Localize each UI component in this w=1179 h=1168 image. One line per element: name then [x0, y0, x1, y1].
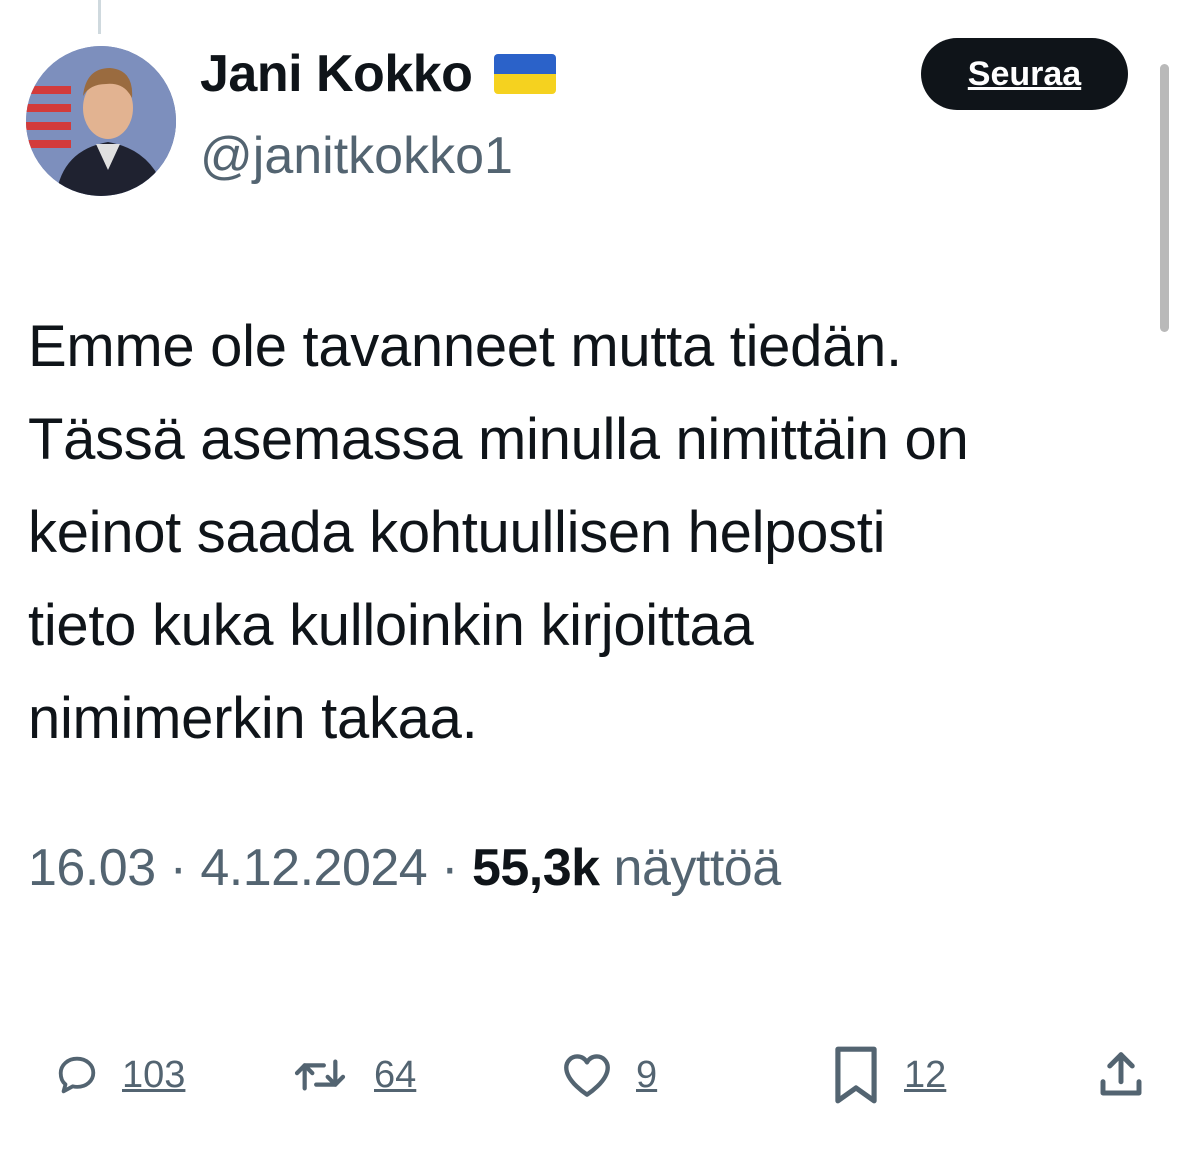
author-handle[interactable]: @janitkokko1: [200, 126, 513, 186]
meta-separator: ·: [169, 839, 187, 897]
tweet-text-line: keinot saada kohtuullisen helposti: [28, 500, 886, 565]
follow-button[interactable]: Seuraa: [921, 38, 1128, 110]
author-display-name-row[interactable]: Jani Kokko: [200, 44, 557, 104]
repost-icon: [294, 1059, 346, 1091]
meta-separator: ·: [441, 839, 458, 897]
reply-button[interactable]: 103: [54, 1040, 185, 1110]
tweet-text-line: nimimerkin takaa.: [28, 686, 478, 751]
reply-count[interactable]: 103: [122, 1054, 185, 1097]
avatar[interactable]: [26, 46, 176, 196]
heart-icon: [564, 1054, 610, 1097]
share-icon: [1100, 1052, 1142, 1096]
tweet-text-line: Emme ole tavanneet mutta tiedän.: [28, 314, 902, 379]
tweet-text-line: tieto kuka kulloinkin kirjoittaa: [28, 593, 754, 658]
bookmark-count[interactable]: 12: [904, 1054, 946, 1097]
views-count: 55,3k: [471, 839, 600, 897]
like-button[interactable]: 9: [560, 1040, 657, 1110]
tweet-time[interactable]: 16.03: [28, 839, 156, 897]
views-label: näyttöä: [613, 839, 782, 897]
reply-icon: [58, 1056, 96, 1094]
repost-count[interactable]: 64: [374, 1054, 416, 1097]
scrollbar[interactable]: [1160, 64, 1169, 332]
repost-button[interactable]: 64: [288, 1040, 416, 1110]
author-display-name[interactable]: Jani Kokko: [200, 44, 473, 104]
ukraine-flag-icon: [494, 54, 557, 94]
action-bar: 103 64 9 12: [0, 1040, 1179, 1110]
tweet-meta: 16.03 · 4.12.2024 · 55,3k näyttöä: [28, 838, 781, 898]
share-button[interactable]: [1094, 1040, 1148, 1110]
bookmark-button[interactable]: 12: [830, 1040, 946, 1110]
tweet-text-line: Tässä asemassa minulla nimittäin on: [28, 407, 969, 472]
like-count[interactable]: 9: [636, 1054, 657, 1097]
tweet-text: Emme ole tavanneet mutta tiedän. Tässä a…: [28, 300, 1138, 765]
avatar-photo: [26, 46, 176, 196]
tweet-date[interactable]: 4.12.2024: [200, 839, 427, 897]
bookmark-icon: [835, 1046, 877, 1104]
thread-connector-line: [98, 0, 101, 34]
